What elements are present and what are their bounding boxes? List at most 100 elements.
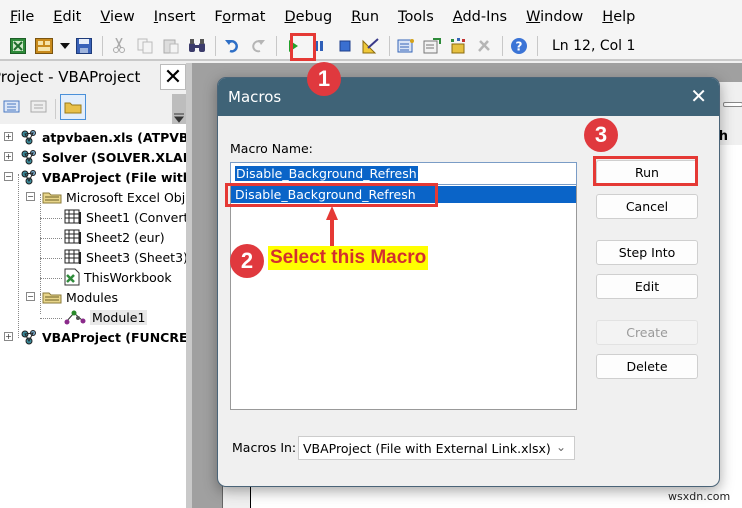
worksheet-icon xyxy=(64,209,82,225)
expand-icon[interactable]: + xyxy=(4,132,13,141)
tree-item[interactable]: − VBAProject (File with External Link.xls… xyxy=(4,167,186,187)
menu-file[interactable]: File xyxy=(10,9,34,25)
tree-item-label: Module1 xyxy=(90,309,148,325)
vba-project-icon xyxy=(20,169,38,185)
step-badge-2: 2 xyxy=(230,244,264,278)
menu-help[interactable]: Help xyxy=(602,9,635,25)
folder-icon xyxy=(42,290,62,304)
dialog-close-icon[interactable]: ✕ xyxy=(690,86,707,106)
tree-item[interactable]: Module1 xyxy=(64,307,148,327)
select-macro-callout: Select this Macro xyxy=(268,246,429,270)
collapse-icon[interactable]: − xyxy=(26,292,35,301)
menu-add-ins[interactable]: Add-Ins xyxy=(453,9,507,25)
run-dialog-button-highlight xyxy=(593,156,698,186)
macro-list[interactable]: Disable_Background_Refresh xyxy=(230,185,577,410)
project-explorer-icon[interactable] xyxy=(396,36,416,56)
close-icon: ✕ xyxy=(163,64,183,90)
window-control xyxy=(723,102,742,107)
tree-item-label: Sheet2 (eur) xyxy=(86,229,165,245)
tree-item[interactable]: Sheet1 (Convert) xyxy=(64,207,186,227)
create-button[interactable]: Create xyxy=(596,320,698,345)
collapse-icon[interactable]: − xyxy=(4,172,13,181)
tree-item[interactable]: − Modules xyxy=(26,287,118,307)
cancel-button[interactable]: Cancel xyxy=(596,194,698,219)
menu-tools[interactable]: Tools xyxy=(398,9,434,25)
project-pane-toolbar xyxy=(0,92,186,124)
edit-button[interactable]: Edit xyxy=(596,274,698,299)
worksheet-icon xyxy=(64,229,82,245)
folder-icon xyxy=(64,102,82,114)
vba-project-icon xyxy=(20,129,38,145)
menu-bar: File Edit View Insert Format Debug Run Tools Add… xyxy=(0,0,742,33)
view-code-icon[interactable] xyxy=(3,99,21,119)
design-mode-icon[interactable] xyxy=(361,36,381,56)
help-icon[interactable]: ? xyxy=(509,36,529,56)
undo-icon[interactable] xyxy=(222,36,242,56)
menu-run[interactable]: Run xyxy=(351,9,379,25)
worksheet-icon xyxy=(64,249,82,265)
toolbar-separator xyxy=(537,36,538,56)
vba-project-icon xyxy=(20,149,38,165)
tree-item[interactable]: + VBAProject (FUNCRES.XLAM) xyxy=(4,327,186,347)
properties-window-icon[interactable] xyxy=(422,36,442,56)
dropdown-arrow-icon[interactable] xyxy=(60,36,70,56)
object-browser-icon[interactable] xyxy=(448,36,468,56)
menu-window[interactable]: Window xyxy=(526,9,583,25)
vba-project-icon xyxy=(20,329,38,345)
reset-icon[interactable] xyxy=(335,36,355,56)
step-badge-1: 1 xyxy=(307,62,341,96)
toolbar-separator xyxy=(502,36,503,56)
macro-name-label: Macro Name: xyxy=(230,141,313,156)
project-pane-title: Project - VBAProject xyxy=(0,68,141,86)
menu-edit[interactable]: Edit xyxy=(53,9,81,25)
expand-icon[interactable]: + xyxy=(4,152,13,161)
tree-item[interactable]: − Microsoft Excel Objects xyxy=(26,187,186,207)
step-into-button[interactable]: Step Into xyxy=(596,240,698,265)
step-badge-3: 3 xyxy=(584,118,618,152)
tree-item[interactable]: + Solver (SOLVER.XLAM) xyxy=(4,147,186,167)
macro-name-input[interactable]: Disable_Background_Refresh xyxy=(230,162,577,185)
tree-item[interactable]: + atpvbaen.xls (ATPVBAEN.XLAM) xyxy=(4,127,186,147)
project-pane-scroll-button[interactable] xyxy=(172,94,186,124)
menu-view[interactable]: View xyxy=(100,9,134,25)
expand-icon[interactable]: + xyxy=(4,332,13,341)
macros-dialog: Macros ✕ Macro Name: Disable_Background_… xyxy=(217,77,720,487)
collapse-icon[interactable]: − xyxy=(26,192,35,201)
tree-connector xyxy=(40,318,62,319)
tree-item-label: VBAProject (File with External Link.xlsx… xyxy=(42,169,186,185)
paste-icon[interactable] xyxy=(161,36,181,56)
toggle-folders-button[interactable] xyxy=(60,94,86,120)
delete-button[interactable]: Delete xyxy=(596,354,698,379)
tree-item-label: VBAProject (FUNCRES.XLAM) xyxy=(42,329,186,345)
save-icon[interactable] xyxy=(74,36,94,56)
view-object-icon[interactable] xyxy=(30,99,48,119)
copy-icon[interactable] xyxy=(135,36,155,56)
tree-item-label: ThisWorkbook xyxy=(84,269,172,285)
cut-icon[interactable] xyxy=(109,36,129,56)
find-icon[interactable] xyxy=(187,36,207,56)
tree-item[interactable]: Sheet2 (eur) xyxy=(64,227,165,247)
standard-toolbar: ? Ln 12, Col 1 xyxy=(0,33,742,61)
toolbar-separator xyxy=(55,99,56,119)
view-excel-icon[interactable] xyxy=(8,36,28,56)
tree-item[interactable]: ThisWorkbook xyxy=(64,267,172,287)
toolbar-separator xyxy=(389,36,390,56)
tree-connector xyxy=(40,278,62,279)
menu-debug[interactable]: Debug xyxy=(285,9,333,25)
tree-item[interactable]: Sheet3 (Sheet3) xyxy=(64,247,186,267)
cursor-position-status: Ln 12, Col 1 xyxy=(552,38,636,54)
tree-connector xyxy=(18,174,19,338)
toolbox-icon[interactable] xyxy=(474,36,494,56)
macros-in-label: Macros In: xyxy=(232,440,297,455)
project-pane-close-button[interactable]: ✕ xyxy=(160,64,186,90)
dialog-title: Macros xyxy=(228,88,282,106)
menu-insert[interactable]: Insert xyxy=(154,9,196,25)
tree-item-label: Modules xyxy=(66,289,118,305)
redo-icon[interactable] xyxy=(248,36,268,56)
tree-item-label: Sheet1 (Convert) xyxy=(86,209,186,225)
menu-format[interactable]: Format xyxy=(214,9,265,25)
tree-item-label: atpvbaen.xls (ATPVBAEN.XLAM) xyxy=(42,129,186,145)
tree-connector xyxy=(40,258,62,259)
macros-in-select[interactable]: VBAProject (File with External Link.xlsx… xyxy=(298,436,575,460)
insert-userform-icon[interactable] xyxy=(34,36,54,56)
